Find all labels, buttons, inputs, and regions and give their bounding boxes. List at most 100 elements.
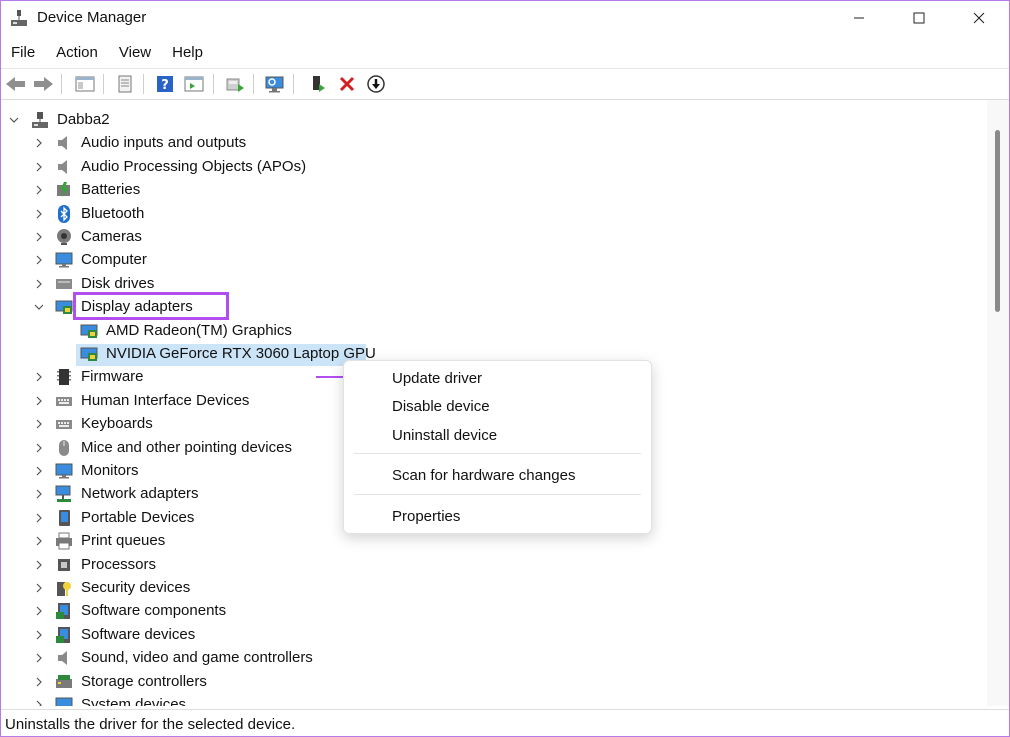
- add-driver-icon: [313, 76, 325, 92]
- tree-item-audio-inputs-and-outputs[interactable]: Audio inputs and outputs: [1, 132, 961, 155]
- menu-file[interactable]: File: [1, 39, 46, 67]
- scan-hardware-toolbar-button[interactable]: [263, 72, 287, 96]
- chevron-right-icon[interactable]: [34, 677, 44, 687]
- ctx-scan-hardware[interactable]: Scan for hardware changes: [392, 467, 575, 484]
- chevron-right-icon[interactable]: [34, 560, 44, 570]
- action-pane-button[interactable]: [182, 72, 206, 96]
- chevron-right-icon[interactable]: [34, 630, 44, 640]
- device-manager-window: Device Manager File Action View Help ? D…: [0, 0, 1010, 737]
- ctx-disable-device[interactable]: Disable device: [392, 398, 490, 415]
- monitor-icon: [55, 463, 73, 479]
- back-button[interactable]: [4, 72, 28, 96]
- tree-item-portable-devices-label: Portable Devices: [81, 508, 195, 526]
- tree-item-processors[interactable]: Processors: [1, 554, 961, 577]
- tree-root-node[interactable]: Dabba2: [1, 109, 961, 132]
- tree-item-nvidia-geforce-rtx-3060-label: NVIDIA GeForce RTX 3060 Laptop GPU: [106, 345, 376, 362]
- tree-item-sound-video-and-game-controllers[interactable]: Sound, video and game controllers: [1, 647, 961, 670]
- tree-root-node-label: Dabba2: [57, 111, 110, 128]
- tree-item-cameras[interactable]: Cameras: [1, 226, 961, 249]
- vertical-scrollbar[interactable]: [987, 100, 1009, 706]
- chevron-down-icon[interactable]: [34, 302, 44, 312]
- chip-icon: [57, 369, 71, 386]
- display-adapter-icon: [80, 347, 98, 361]
- chevron-right-icon[interactable]: [34, 372, 44, 382]
- window-title: Device Manager: [37, 9, 147, 26]
- chevron-right-icon[interactable]: [34, 513, 44, 523]
- chevron-right-icon[interactable]: [34, 232, 44, 242]
- camera-icon: [57, 229, 71, 245]
- tree-item-audio-inputs-and-outputs-label: Audio inputs and outputs: [81, 134, 247, 152]
- chevron-right-icon[interactable]: [34, 279, 44, 289]
- ctx-update-driver[interactable]: Update driver: [392, 370, 482, 387]
- disk-icon: [56, 278, 72, 289]
- svg-text:?: ?: [161, 78, 169, 93]
- status-bar: Uninstalls the driver for the selected d…: [1, 709, 1009, 736]
- context-menu: Update driver Disable device Uninstall d…: [343, 360, 652, 534]
- chevron-right-icon[interactable]: [34, 162, 44, 172]
- tree-item-keyboards-label: Keyboards: [81, 415, 153, 433]
- tree-item-amd-radeon-graphics-label: AMD Radeon(TM) Graphics: [106, 321, 292, 339]
- disable-device-toolbar-button[interactable]: [364, 72, 388, 96]
- tree-item-monitors-label: Monitors: [81, 462, 139, 479]
- chevron-right-icon[interactable]: [34, 185, 44, 195]
- software-icon: [56, 603, 70, 620]
- chevron-right-icon[interactable]: [34, 443, 44, 453]
- chevron-right-icon[interactable]: [34, 653, 44, 663]
- tree-item-firmware-label: Firmware: [81, 368, 144, 386]
- tree-item-computer[interactable]: Computer: [1, 249, 961, 272]
- add-driver-toolbar-button[interactable]: [305, 72, 329, 96]
- uninstall-device-toolbar-button[interactable]: [335, 72, 359, 96]
- chevron-right-icon[interactable]: [34, 489, 44, 499]
- chevron-down-icon[interactable]: [9, 115, 19, 125]
- menu-view[interactable]: View: [109, 39, 162, 67]
- chevron-right-icon[interactable]: [34, 419, 44, 429]
- tree-item-software-devices-label: Software devices: [81, 625, 196, 643]
- scrollbar-thumb[interactable]: [995, 130, 1000, 312]
- chevron-right-icon[interactable]: [34, 255, 44, 265]
- show-hide-console-tree-button[interactable]: [73, 72, 97, 96]
- tree-item-storage-controllers[interactable]: Storage controllers: [1, 671, 961, 694]
- chevron-right-icon[interactable]: [34, 583, 44, 593]
- tree-item-audio-processing-objects-apos[interactable]: Audio Processing Objects (APOs): [1, 156, 961, 179]
- chevron-right-icon[interactable]: [34, 209, 44, 219]
- forward-button[interactable]: [31, 72, 55, 96]
- help-button[interactable]: ?: [153, 72, 177, 96]
- tree-item-bluetooth[interactable]: Bluetooth: [1, 203, 961, 226]
- menu-bar: File Action View Help: [1, 39, 1009, 67]
- minimize-button[interactable]: [829, 1, 889, 35]
- chevron-right-icon[interactable]: [34, 138, 44, 148]
- properties-toolbar-button[interactable]: [113, 72, 137, 96]
- chevron-right-icon[interactable]: [34, 536, 44, 546]
- tree-item-batteries[interactable]: Batteries: [1, 179, 961, 202]
- tree-item-storage-controllers-label: Storage controllers: [81, 672, 207, 690]
- menu-help[interactable]: Help: [162, 39, 214, 67]
- update-driver-icon: [226, 78, 244, 92]
- display-adapter-icon: [80, 324, 98, 338]
- close-button[interactable]: [949, 1, 1009, 35]
- ctx-properties[interactable]: Properties: [392, 508, 460, 525]
- properties-icon: [118, 75, 132, 93]
- update-driver-toolbar-button[interactable]: [223, 72, 247, 96]
- menu-action[interactable]: Action: [46, 39, 109, 67]
- toolbar: ?: [1, 68, 1009, 100]
- chevron-right-icon[interactable]: [34, 606, 44, 616]
- console-tree-icon: [75, 76, 95, 92]
- mouse-icon: [59, 439, 69, 456]
- tree-item-software-devices[interactable]: Software devices: [1, 624, 961, 647]
- display-adapter-icon: [55, 300, 73, 315]
- chevron-right-icon[interactable]: [34, 396, 44, 406]
- chevron-right-icon[interactable]: [34, 466, 44, 476]
- processor-icon: [58, 558, 70, 571]
- ctx-uninstall-device[interactable]: Uninstall device: [392, 427, 497, 444]
- maximize-button[interactable]: [889, 1, 949, 35]
- tree-item-audio-processing-objects-apos-label: Audio Processing Objects (APOs): [81, 157, 307, 175]
- tree-item-system-devices[interactable]: System devices: [1, 694, 961, 706]
- tree-item-amd-radeon-graphics[interactable]: AMD Radeon(TM) Graphics: [1, 320, 961, 343]
- keyboard-icon: [56, 396, 72, 406]
- tree-item-software-components[interactable]: Software components: [1, 600, 961, 623]
- status-text: Uninstalls the driver for the selected d…: [5, 716, 296, 733]
- chevron-right-icon[interactable]: [34, 700, 44, 706]
- tree-item-sound-video-and-game-controllers-label: Sound, video and game controllers: [81, 649, 313, 667]
- tree-item-security-devices[interactable]: Security devices: [1, 577, 961, 600]
- computer-icon: [55, 252, 73, 268]
